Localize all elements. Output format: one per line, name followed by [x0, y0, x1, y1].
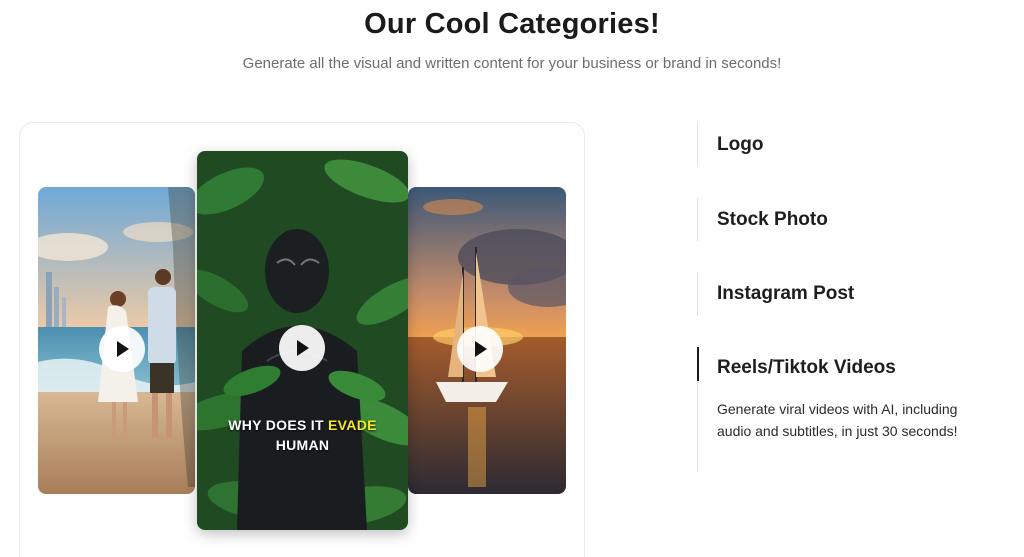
category-stock-photo[interactable]: Stock Photo: [697, 197, 828, 241]
active-category-indicator: [697, 347, 699, 381]
play-button-sailboat[interactable]: [457, 326, 503, 372]
category-instagram-post[interactable]: Instagram Post: [697, 272, 854, 316]
video-card-sailboat[interactable]: [408, 187, 566, 494]
caption-line2: HUMAN: [275, 437, 330, 453]
category-title: Reels/Tiktok Videos: [717, 357, 896, 378]
section-subtitle: Generate all the visual and written cont…: [242, 55, 782, 72]
video-card-beach[interactable]: [38, 187, 195, 494]
category-title: Logo: [717, 134, 764, 155]
play-icon: [117, 341, 129, 357]
category-title: Instagram Post: [717, 283, 855, 304]
play-button-jungle[interactable]: [279, 325, 325, 371]
category-logo[interactable]: Logo: [697, 122, 763, 166]
video-subtitle-caption: WHY DOES IT EVADE HUMAN: [197, 415, 408, 455]
play-icon: [475, 341, 487, 357]
category-reels-tiktok-videos[interactable]: Reels/Tiktok Videos Generate viral video…: [697, 347, 979, 471]
video-card-jungle[interactable]: WHY DOES IT EVADE HUMAN: [197, 151, 408, 530]
caption-line1: WHY DOES IT: [228, 417, 324, 433]
category-title: Stock Photo: [717, 209, 828, 230]
section-title: Our Cool Categories!: [364, 8, 660, 40]
caption-highlight: EVADE: [328, 417, 377, 433]
play-button-beach[interactable]: [99, 326, 145, 372]
category-description: Generate viral videos with AI, including…: [717, 401, 958, 439]
play-icon: [297, 340, 309, 356]
